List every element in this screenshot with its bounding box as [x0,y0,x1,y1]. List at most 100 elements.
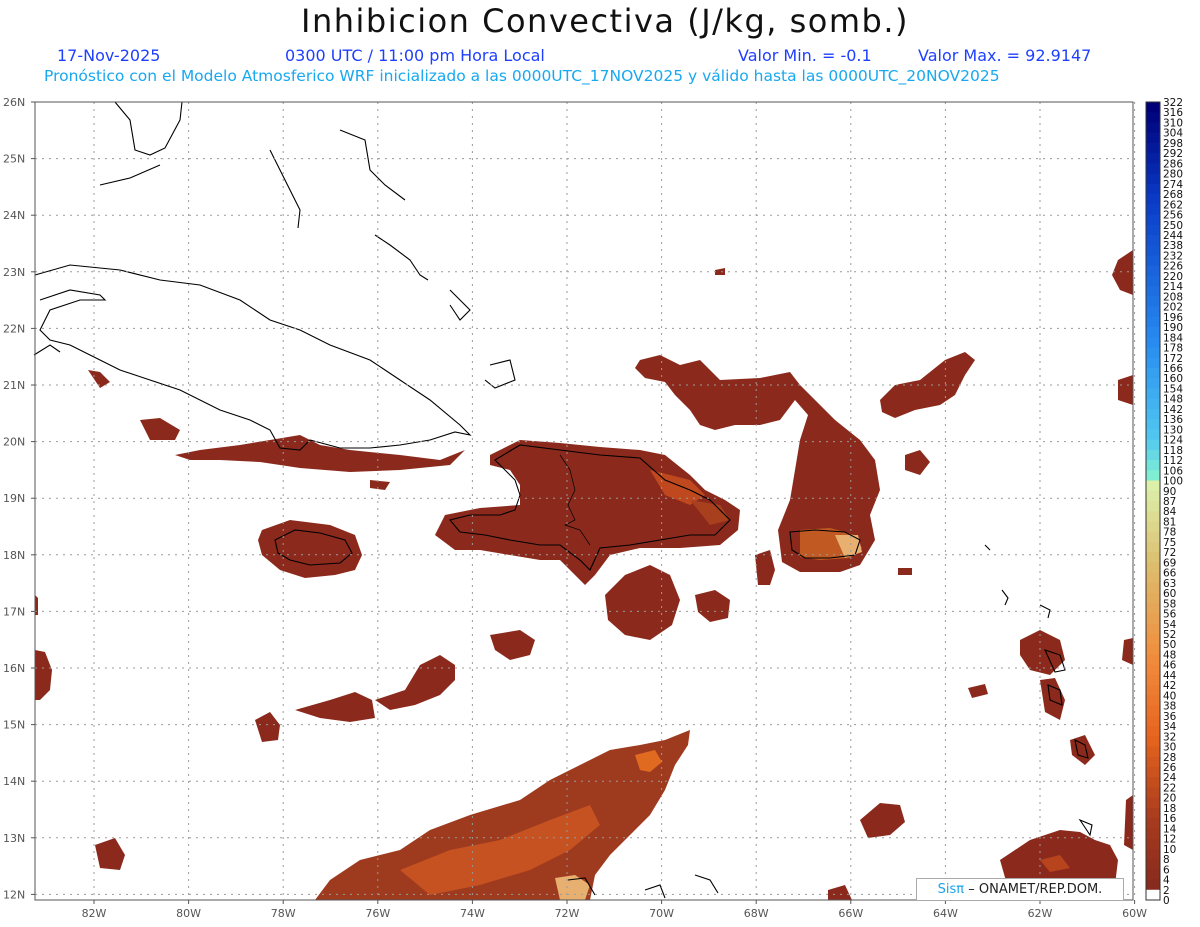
colorbar-swatch [1146,613,1160,625]
colorbar-swatch [1146,756,1160,768]
colorbar-swatch [1146,674,1160,686]
colorbar-swatch [1146,767,1160,778]
colorbar-swatch [1146,879,1160,891]
colorbar-swatch [1146,275,1160,287]
lon-label: 80W [176,907,201,920]
colorbar-swatch [1146,265,1160,277]
colorbar-swatch [1146,807,1160,819]
colorbar-swatch [1146,715,1160,727]
colorbar-swatch [1146,726,1160,737]
colorbar-swatch [1146,112,1160,123]
colorbar-swatch [1146,787,1160,799]
colorbar-swatch [1146,541,1160,553]
colorbar-swatch [1146,142,1160,154]
colorbar-swatch [1146,255,1160,267]
colorbar-swatch [1146,797,1160,809]
colorbar-swatch [1146,603,1160,615]
longitude-labels: 82W 80W 78W 76W 74W 72W 70W 68W 66W 64W 62W 60W [82,900,1147,920]
colorbar-swatch [1146,562,1160,574]
colorbar-swatch [1146,848,1160,860]
colorbar-swatch [1146,828,1160,840]
lat-label: 26N [3,96,25,109]
colorbar-swatch [1146,552,1160,563]
colorbar-swatch [1146,173,1160,185]
cin-map: 26N 25N 24N 23N 22N 21N 20N 19N 18N 17N 16N 15N 14N 1… [3,96,1183,920]
lat-label: 21N [3,379,25,392]
colorbar-swatch [1146,163,1160,175]
lon-label: 62W [1028,907,1053,920]
colorbar-swatch [1146,511,1160,522]
colorbar-swatch [1146,746,1160,758]
lon-label: 64W [933,907,958,920]
colorbar-swatch [1146,623,1160,635]
lat-label: 17N [3,605,25,618]
colorbar-swatch [1146,224,1160,236]
colorbar-swatch [1146,408,1160,420]
lon-label: 60W [1122,907,1147,920]
colorbar-swatch [1146,695,1160,707]
colorbar-swatch [1146,368,1160,379]
lon-label: 72W [555,907,580,920]
colorbar-swatch [1146,398,1160,410]
colorbar-swatch [1146,818,1160,829]
colorbar-swatch [1146,132,1160,144]
colorbar-label: 0 [1163,895,1170,907]
lon-label: 78W [271,907,296,920]
lon-label: 82W [82,907,107,920]
lat-label: 23N [3,266,25,279]
colorbar-swatch [1146,460,1160,471]
colorbar-swatch [1146,153,1160,164]
lon-label: 66W [838,907,863,920]
colorbar: 3223163103042982922862802742682622562502… [1145,97,1183,907]
lon-label: 74W [460,907,485,920]
colorbar-swatch [1146,480,1160,492]
colorbar-swatch [1146,378,1160,389]
colorbar-swatch [1146,705,1160,717]
lon-label: 76W [365,907,390,920]
lat-label: 16N [3,662,25,675]
sispi-logo: Sisπ [937,882,965,897]
latitude-labels: 26N 25N 24N 23N 22N 21N 20N 19N 18N 17N 16N 15N 14N 1… [3,96,35,901]
lat-label: 14N [3,775,25,788]
colorbar-swatch [1146,531,1160,543]
colorbar-swatch [1146,521,1160,533]
colorbar-swatch [1146,439,1160,451]
lat-label: 12N [3,888,25,901]
credit-box: Sisπ – ONAMET/REP.DOM. [916,878,1124,901]
lat-label: 25N [3,153,25,166]
colorbar-swatch [1146,347,1160,359]
colorbar-swatch [1146,634,1160,645]
colorbar-swatch [1146,204,1160,216]
colorbar-swatch [1146,736,1160,748]
lat-label: 15N [3,719,25,732]
colorbar-swatch [1146,235,1160,246]
colorbar-swatch [1146,664,1160,676]
colorbar-swatch [1146,654,1160,666]
colorbar-swatch [1146,245,1160,256]
colorbar-swatch [1146,122,1160,134]
colorbar-swatch [1146,593,1160,604]
credit-text: – ONAMET/REP.DOM. [968,882,1103,897]
colorbar-swatch [1146,777,1160,788]
colorbar-swatch [1146,194,1160,205]
lat-label: 13N [3,832,25,845]
colorbar-swatch [1146,388,1160,400]
colorbar-swatch [1146,316,1160,328]
colorbar-swatch-zero [1146,889,1160,900]
colorbar-swatch [1146,286,1160,297]
colorbar-swatch [1146,644,1160,655]
colorbar-swatch [1146,327,1160,338]
lon-label: 70W [649,907,674,920]
colorbar-swatch [1146,337,1160,349]
colorbar-swatch [1146,859,1160,870]
colorbar-swatch [1146,102,1160,113]
colorbar-swatch [1146,306,1160,318]
colorbar-swatch [1146,838,1160,850]
colorbar-swatch [1146,501,1160,512]
colorbar-swatch [1146,572,1160,584]
lat-label: 20N [3,436,25,449]
colorbar-swatch [1146,429,1160,441]
lat-label: 22N [3,322,25,335]
colorbar-swatch [1146,685,1160,696]
colorbar-swatch [1146,490,1160,502]
